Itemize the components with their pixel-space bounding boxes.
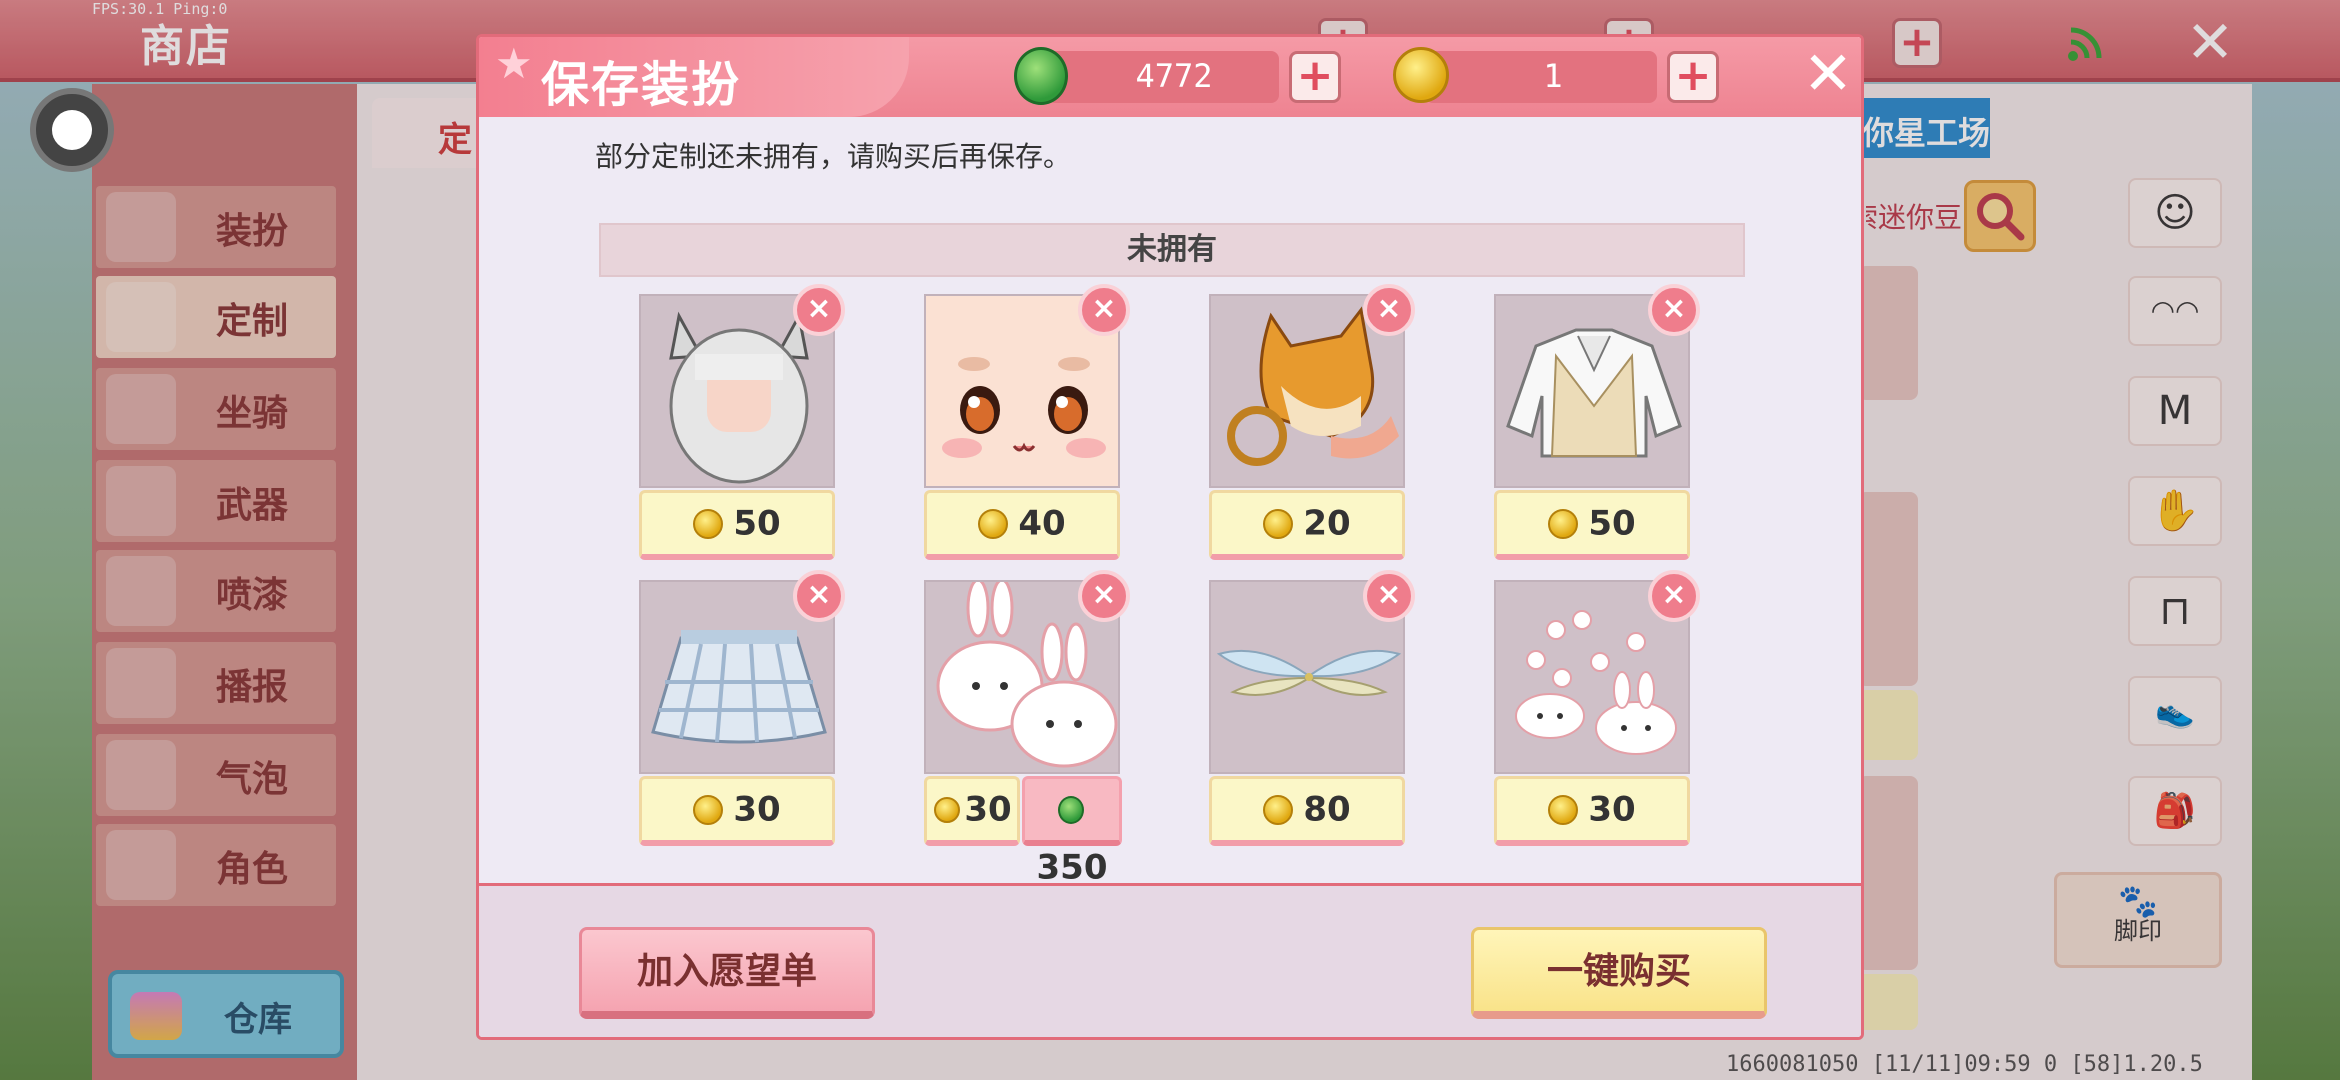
gold-coin-icon (1548, 508, 1579, 539)
record-button[interactable] (30, 88, 114, 172)
add-coins-button[interactable]: + (1667, 51, 1719, 103)
gold-coin-icon (1263, 794, 1294, 825)
remove-item-icon[interactable]: × (1078, 570, 1130, 622)
buy-item-button[interactable]: 30 (1494, 776, 1690, 846)
buy-item-button[interactable]: 20 (1209, 490, 1405, 560)
dialog-title: 保存装扮 (541, 57, 742, 113)
gold-coin-icon (693, 508, 724, 539)
remove-item-icon[interactable]: × (1078, 284, 1130, 336)
buy-item-gem-button[interactable]: 350 (1022, 776, 1122, 888)
buy-item-button[interactable]: 80 (1209, 776, 1405, 846)
buy-item-button[interactable]: 50 (1494, 490, 1690, 560)
gold-coin-icon (1393, 47, 1449, 103)
save-outfit-dialog: ★ 保存装扮 4772 + 1 + ✕ 部分定制还未拥有，请购买后再保存。 未拥… (476, 34, 1864, 1040)
section-title: 未拥有 (599, 223, 1745, 277)
green-gem-icon (1014, 47, 1068, 105)
remove-item-icon[interactable]: × (1648, 570, 1700, 622)
gold-coin-icon (934, 796, 961, 823)
notice-text: 部分定制还未拥有，请购买后再保存。 (595, 140, 1072, 173)
gold-coin-icon (978, 508, 1009, 539)
close-icon[interactable]: ✕ (1799, 41, 1857, 109)
buy-item-button[interactable]: 50 (639, 490, 835, 560)
buy-item-coin-button[interactable]: 30 (924, 776, 1020, 846)
add-to-wishlist-button[interactable]: 加入愿望单 (579, 927, 875, 1019)
remove-item-icon[interactable]: × (1363, 284, 1415, 336)
buy-all-button[interactable]: 一键购买 (1471, 927, 1767, 1019)
remove-item-icon[interactable]: × (1648, 284, 1700, 336)
gem-balance: 4772 (1135, 57, 1213, 95)
green-gem-icon (1058, 795, 1084, 824)
buy-item-button[interactable]: 30 (639, 776, 835, 846)
buy-item-button[interactable]: 40 (924, 490, 1120, 560)
gold-coin-icon (1263, 508, 1294, 539)
gold-coin-icon (693, 794, 724, 825)
add-gems-button[interactable]: + (1289, 51, 1341, 103)
remove-item-icon[interactable]: × (793, 570, 845, 622)
remove-item-icon[interactable]: × (1363, 570, 1415, 622)
gold-coin-icon (1548, 794, 1579, 825)
star-icon: ★ (495, 39, 533, 88)
remove-item-icon[interactable]: × (793, 284, 845, 336)
coin-balance: 1 (1543, 57, 1563, 95)
